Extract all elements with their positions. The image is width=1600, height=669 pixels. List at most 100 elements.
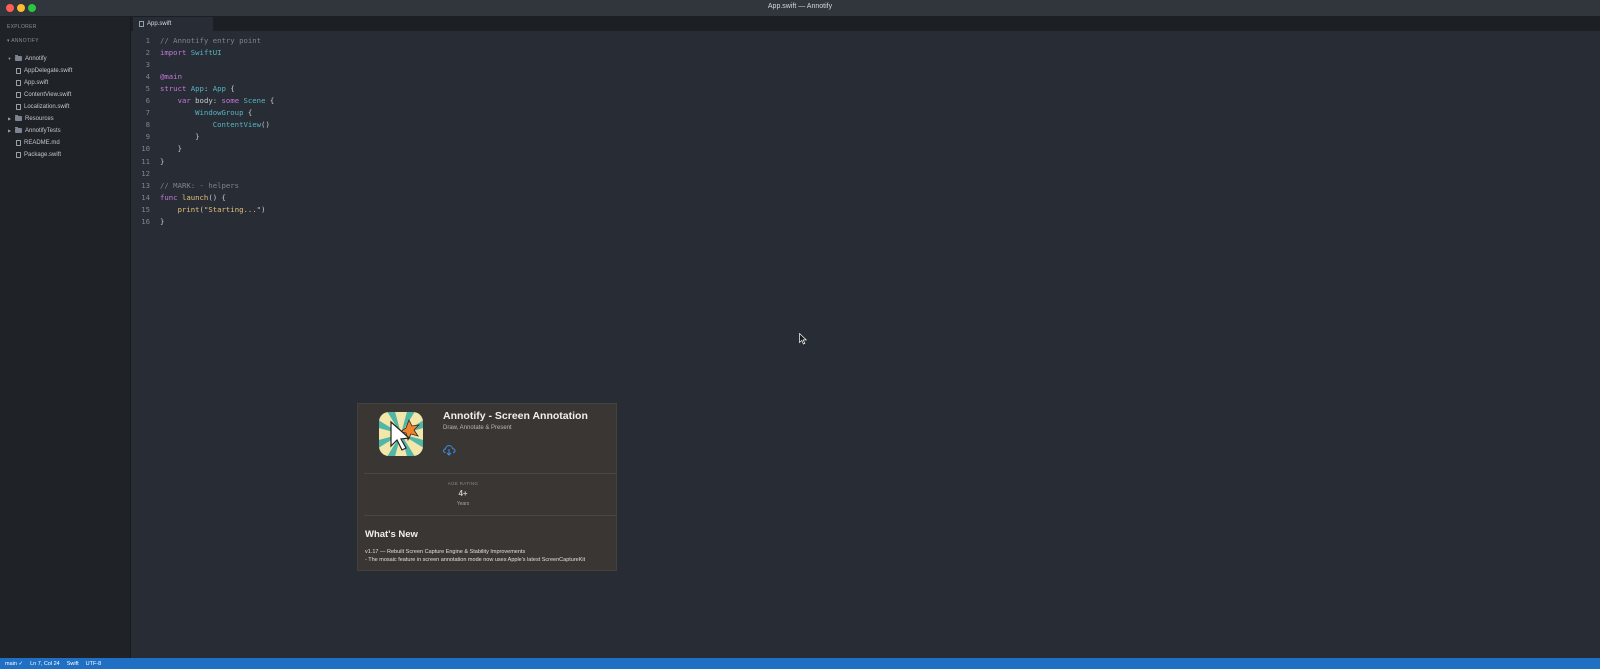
tree-folder-annotifytests[interactable]: ▶ AnnotifyTests bbox=[7, 125, 61, 136]
line-number: 16 bbox=[141, 217, 150, 226]
whats-new-version: v1.17 — Rebuilt Screen Capture Engine & … bbox=[365, 549, 526, 555]
code-token: Scene bbox=[243, 96, 266, 105]
language-mode[interactable]: Swift bbox=[67, 661, 79, 667]
code-line[interactable]: 13 // MARK: - helpers bbox=[131, 179, 239, 191]
age-rating-value: 4+ bbox=[458, 489, 468, 498]
tree-file-readme[interactable]: README.md bbox=[16, 137, 60, 148]
code-line[interactable]: 9 } bbox=[131, 131, 200, 143]
line-number: 11 bbox=[141, 156, 150, 166]
project-section-header[interactable]: ▾ ANNOTIFY bbox=[7, 38, 39, 44]
code-token: struct bbox=[160, 83, 191, 93]
line-number: 10 bbox=[141, 144, 150, 154]
tree-folder-annotify[interactable]: ▼ Annotify bbox=[7, 53, 47, 64]
tree-file-app[interactable]: App.swift bbox=[16, 77, 48, 88]
code-line[interactable]: 12 bbox=[131, 167, 160, 179]
folder-icon bbox=[15, 127, 22, 133]
file-icon bbox=[16, 91, 21, 98]
file-icon bbox=[16, 79, 21, 86]
project-name: ANNOTIFY bbox=[11, 38, 39, 44]
code-line[interactable]: 5 struct App: App { bbox=[131, 82, 235, 94]
code-editor[interactable]: 1 // Annotify entry point 2 import SwiftUI 3… bbox=[131, 31, 1600, 658]
age-rating-label: AGE RATING bbox=[447, 481, 479, 486]
code-line[interactable]: 10 } bbox=[131, 143, 182, 155]
code-line[interactable]: 14 func launch() { bbox=[131, 191, 226, 203]
tree-item-label: Annotify bbox=[25, 55, 47, 62]
divider bbox=[364, 515, 616, 516]
file-icon bbox=[16, 67, 21, 74]
file-encoding[interactable]: UTF-8 bbox=[86, 661, 102, 667]
code-line[interactable]: 11} bbox=[131, 155, 164, 167]
app-icon bbox=[379, 412, 423, 456]
chevron-right-icon: ▶ bbox=[7, 128, 12, 133]
tree-file-contentview[interactable]: ContentView.swift bbox=[16, 89, 71, 100]
code-line[interactable]: 3 bbox=[131, 58, 160, 70]
code-token: } bbox=[160, 144, 182, 154]
code-token: import bbox=[160, 47, 191, 57]
code-token: { bbox=[243, 108, 253, 118]
code-token: () bbox=[261, 120, 270, 130]
folder-icon bbox=[15, 115, 22, 121]
tree-item-label: AppDelegate.swift bbox=[24, 67, 73, 74]
code-line[interactable]: 8 ContentView() bbox=[131, 119, 270, 131]
file-icon bbox=[16, 139, 21, 146]
tab-label: App.swift bbox=[147, 21, 172, 27]
cloud-download-icon[interactable] bbox=[442, 444, 456, 456]
code-token: App bbox=[190, 83, 204, 93]
tree-item-label: AnnotifyTests bbox=[25, 127, 61, 134]
tree-file-package[interactable]: Package.swift bbox=[16, 149, 61, 160]
code-token: { bbox=[265, 96, 275, 105]
code-token: ) bbox=[261, 204, 266, 214]
code-token: () { bbox=[208, 192, 226, 202]
file-icon bbox=[139, 21, 144, 27]
code-line[interactable]: 1 // Annotify entry point bbox=[131, 34, 261, 46]
code-token: body bbox=[195, 96, 213, 105]
code-token: SwiftUI bbox=[190, 47, 222, 57]
code-token: var bbox=[160, 96, 196, 105]
line-number: 4 bbox=[145, 71, 150, 81]
branch-indicator[interactable]: main ✓ bbox=[5, 661, 23, 667]
code-token: : bbox=[212, 96, 222, 105]
line-number: 7 bbox=[145, 108, 150, 118]
mouse-cursor-icon bbox=[799, 333, 807, 345]
code-token: launch bbox=[181, 192, 209, 202]
line-number: 5 bbox=[145, 83, 150, 93]
line-number: 2 bbox=[145, 47, 150, 57]
code-token: } bbox=[160, 156, 165, 166]
file-icon bbox=[16, 151, 21, 158]
cursor-position[interactable]: Ln 7, Col 24 bbox=[30, 661, 60, 667]
line-number: 13 bbox=[141, 180, 150, 190]
tree-item-label: Package.swift bbox=[24, 151, 62, 158]
tree-item-label: README.md bbox=[24, 139, 60, 146]
folder-icon bbox=[15, 55, 22, 61]
tree-item-label: ContentView.swift bbox=[24, 91, 72, 98]
divider bbox=[364, 473, 616, 474]
code-token: func bbox=[160, 192, 182, 202]
code-line[interactable]: 16} bbox=[131, 216, 164, 228]
tree-folder-resources[interactable]: ▶ Resources bbox=[7, 113, 54, 124]
app-title: Annotify - Screen Annotation bbox=[443, 410, 588, 422]
line-number: 9 bbox=[145, 132, 150, 142]
code-token: @main bbox=[160, 71, 182, 81]
title-bar: App.swift — Annotify bbox=[0, 0, 1600, 17]
code-line[interactable]: 6 var body: some Scene { bbox=[131, 95, 275, 107]
explorer-sidebar: EXPLORER ▾ ANNOTIFY ▼ Annotify AppDelega… bbox=[0, 17, 131, 658]
code-token: App bbox=[212, 83, 226, 93]
code-line[interactable]: 4 @main bbox=[131, 70, 182, 82]
tree-file-localization[interactable]: Localization.swift bbox=[16, 101, 69, 112]
line-number: 12 bbox=[141, 168, 150, 178]
code-line[interactable]: 7 WindowGroup { bbox=[131, 107, 253, 119]
chevron-right-icon: ▶ bbox=[7, 116, 12, 121]
code-token: print bbox=[160, 204, 200, 214]
code-token: "Starting..." bbox=[203, 204, 262, 214]
code-line[interactable]: 2 import SwiftUI bbox=[131, 46, 222, 58]
line-number: 3 bbox=[145, 59, 150, 69]
tab-bar: App.swift bbox=[131, 17, 1600, 31]
code-line[interactable]: 15 print("Starting...") bbox=[131, 203, 265, 215]
tab-app-swift[interactable]: App.swift bbox=[133, 17, 213, 31]
line-number: 14 bbox=[141, 192, 150, 202]
code-token: some bbox=[221, 96, 244, 105]
code-token: { bbox=[225, 83, 235, 93]
file-icon bbox=[16, 103, 21, 110]
tree-file-appdelegate[interactable]: AppDelegate.swift bbox=[16, 65, 72, 76]
tree-item-label: App.swift bbox=[24, 79, 49, 86]
